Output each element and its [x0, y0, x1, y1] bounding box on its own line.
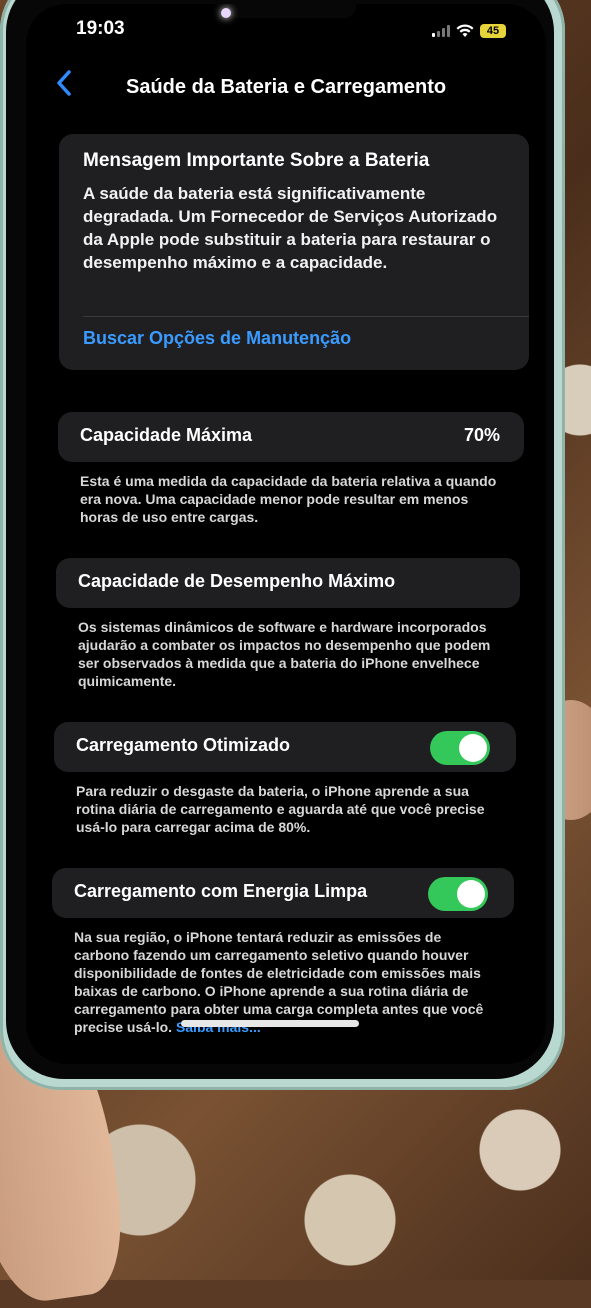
- max-capacity-note: Esta é uma medida da capacidade da bater…: [80, 473, 497, 525]
- max-capacity-row: Capacidade Máxima 70%: [58, 412, 524, 462]
- max-capacity-value: 70%: [463, 425, 500, 445]
- battery-message-card: Mensagem Importante Sobre a Bateria A sa…: [59, 134, 529, 370]
- phone-screen: 19:03 45 Saúde da Bateria e Carregamento: [26, 4, 546, 1064]
- toggle-knob: [459, 734, 487, 762]
- max-capacity-label: Capacidade Máxima: [80, 425, 253, 445]
- phone-frame: 19:03 45 Saúde da Bateria e Carregamento: [0, 0, 565, 1090]
- peak-performance-row: Capacidade de Desempenho Máximo: [56, 558, 520, 608]
- back-chevron-icon[interactable]: [52, 68, 78, 98]
- clean-energy-toggle[interactable]: [428, 877, 488, 911]
- notch: [226, 4, 356, 18]
- home-indicator[interactable]: [181, 1020, 359, 1027]
- toggle-knob: [457, 880, 485, 908]
- peak-performance-label: Capacidade de Desempenho Máximo: [78, 571, 396, 591]
- clean-energy-label: Carregamento com Energia Limpa: [74, 881, 368, 901]
- status-icons: 45: [432, 24, 506, 38]
- divider: [83, 316, 529, 317]
- status-time: 19:03: [76, 18, 125, 39]
- clean-energy-row: Carregamento com Energia Limpa: [52, 868, 514, 918]
- battery-icon: 45: [480, 24, 506, 38]
- wifi-icon: [456, 24, 474, 37]
- camera-light: [221, 8, 231, 18]
- optimized-charging-label: Carregamento Otimizado: [76, 735, 291, 755]
- optimized-charging-note: Para reduzir o desgaste da bateria, o iP…: [76, 783, 485, 835]
- find-service-options-link[interactable]: Buscar Opções de Manutenção: [83, 328, 351, 349]
- cellular-signal-icon: [432, 25, 450, 37]
- battery-message-title: Mensagem Importante Sobre a Bateria: [83, 150, 430, 171]
- phone-bezel: 19:03 45 Saúde da Bateria e Carregamento: [6, 0, 554, 1079]
- optimized-charging-toggle[interactable]: [430, 731, 490, 765]
- battery-message-body: A saúde da bateria está significativamen…: [83, 184, 498, 272]
- peak-performance-note: Os sistemas dinâmicos de software e hard…: [78, 619, 491, 689]
- page-title: Saúde da Bateria e Carregamento: [126, 76, 447, 98]
- optimized-charging-row: Carregamento Otimizado: [54, 722, 516, 772]
